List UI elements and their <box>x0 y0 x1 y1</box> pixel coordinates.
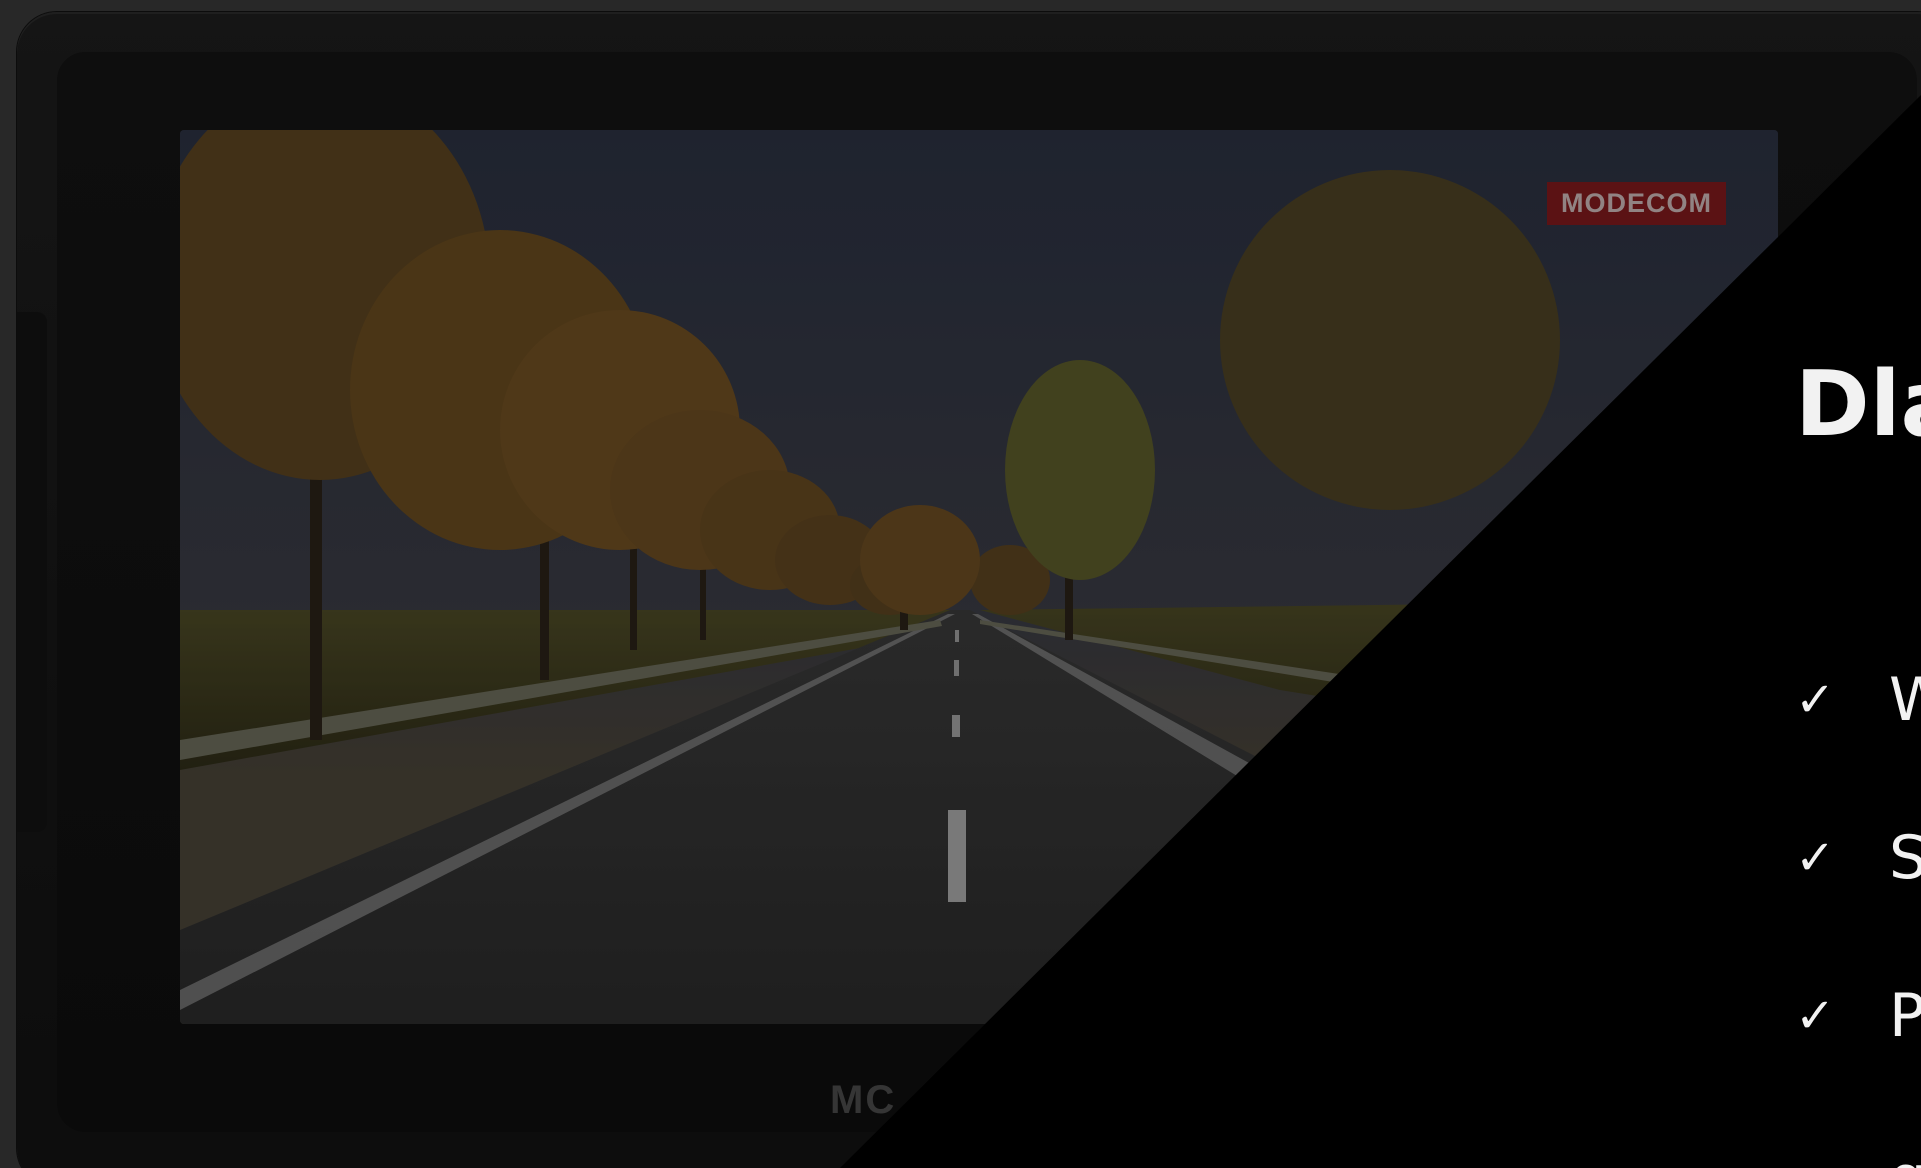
panel-content: Dla ✓ W ✓ S ✓ P g <box>1795 352 1921 1168</box>
feature-item: ✓ P <box>1795 986 1921 1144</box>
feature-item: ✓ W <box>1795 670 1921 828</box>
feature-continuation: g <box>1889 1148 1921 1168</box>
check-icon: ✓ <box>1795 988 1836 1044</box>
check-icon: ✓ <box>1795 672 1836 728</box>
feature-text: W <box>1889 665 1921 735</box>
panel-title: Dla <box>1795 352 1921 457</box>
promo-slide: MODECOM MC Dla ✓ W ✓ S ✓ P g <box>0 0 1921 1168</box>
feature-text: P <box>1889 981 1921 1051</box>
feature-text: S <box>1889 823 1921 893</box>
check-icon: ✓ <box>1795 830 1836 886</box>
feature-item: ✓ S <box>1795 828 1921 986</box>
feature-list: ✓ W ✓ S ✓ P <box>1795 670 1921 1144</box>
